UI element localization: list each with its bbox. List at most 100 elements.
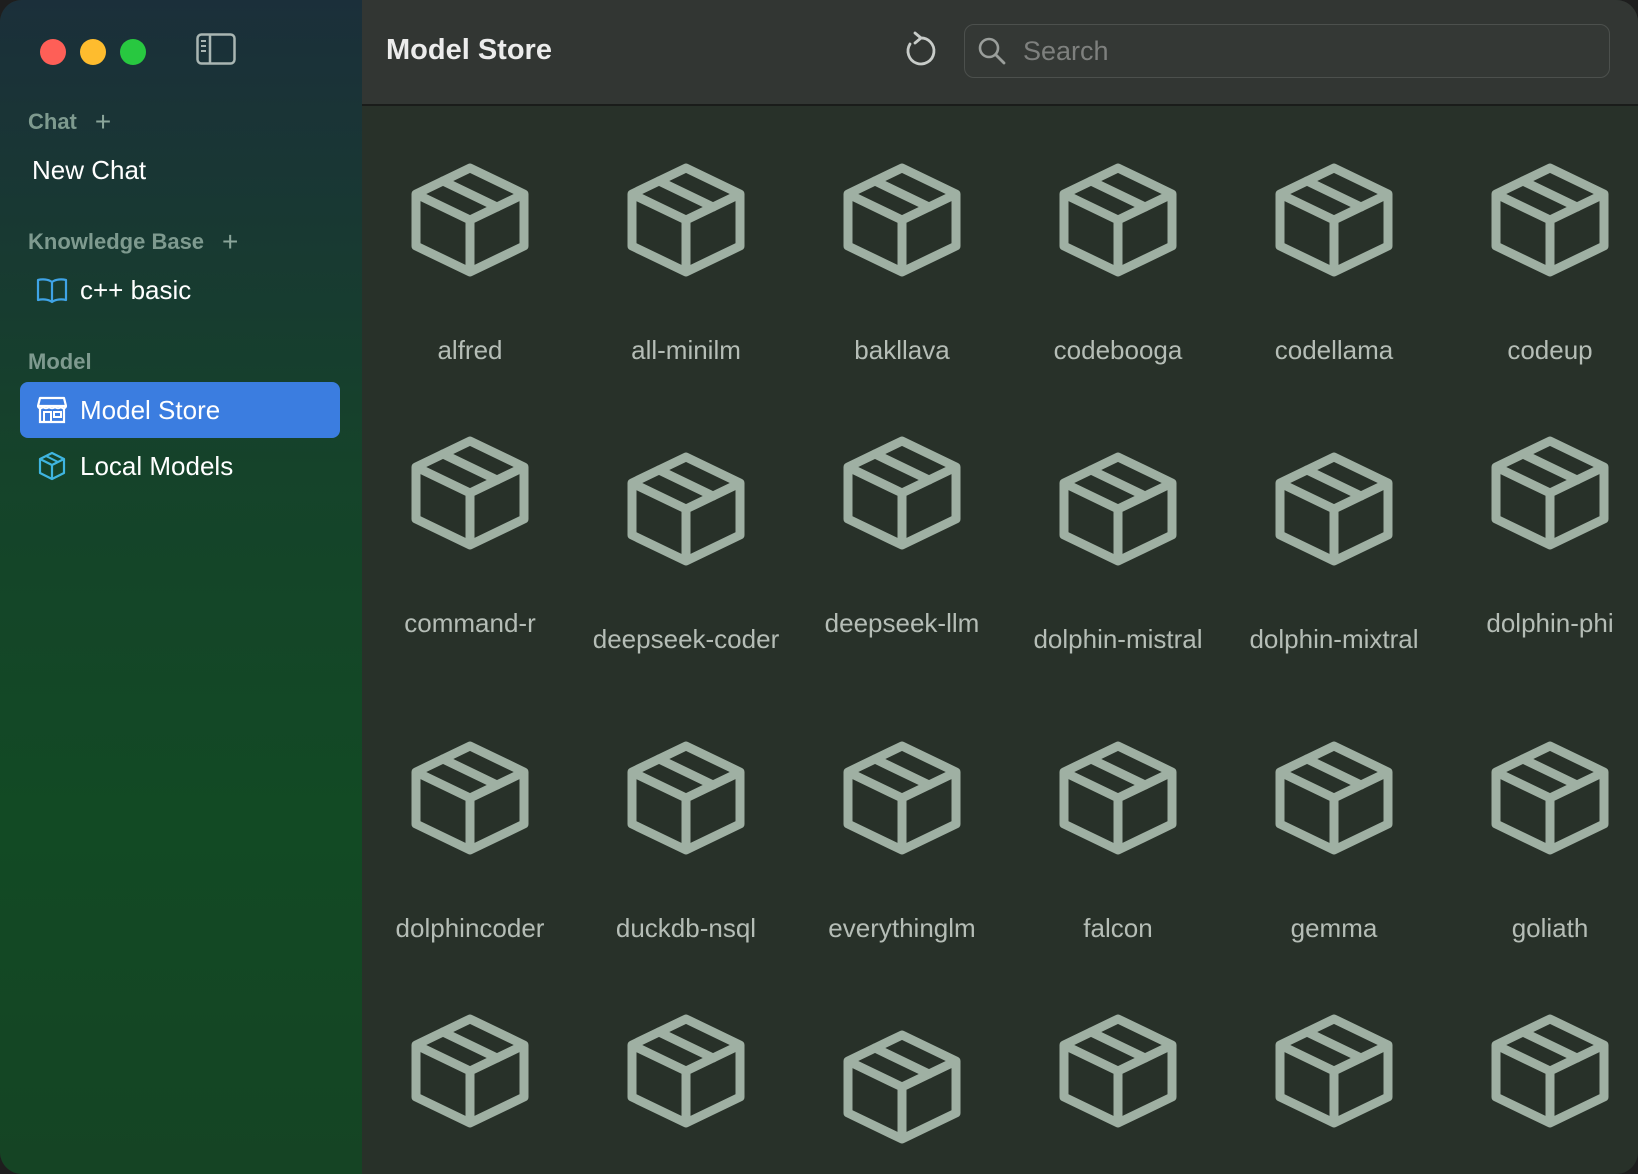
- package-icon: [411, 741, 529, 855]
- model-tile[interactable]: deepseek-coder: [578, 447, 794, 654]
- refresh-icon[interactable]: [900, 30, 940, 70]
- store-icon: [36, 394, 68, 426]
- zoom-window-button[interactable]: [120, 39, 146, 65]
- package-icon: [411, 436, 529, 550]
- model-tile[interactable]: codebooga: [1010, 158, 1226, 365]
- model-name: deepseek-coder: [592, 624, 780, 654]
- chat-header-label: Chat: [28, 109, 77, 134]
- model-tile[interactable]: [1442, 1009, 1638, 1133]
- sidebar-toggle-icon[interactable]: [196, 33, 236, 65]
- package-icon: [627, 1014, 745, 1128]
- search-icon: [978, 37, 1006, 65]
- sidebar-item-new-chat[interactable]: New Chat: [20, 142, 352, 198]
- package-icon: [411, 163, 529, 277]
- model-name: command-r: [404, 608, 536, 638]
- package-icon: [1491, 1014, 1609, 1128]
- model-tile[interactable]: bakllava: [794, 158, 1010, 365]
- model-tile[interactable]: dolphin-mixtral: [1226, 447, 1442, 654]
- package-icon: [1275, 452, 1393, 566]
- package-icon: [1275, 1014, 1393, 1128]
- model-tile[interactable]: dolphin-phi: [1442, 431, 1638, 638]
- model-tile[interactable]: goliath: [1442, 736, 1638, 943]
- search-field[interactable]: [964, 24, 1610, 78]
- model-name: dolphin-phi: [1486, 608, 1614, 638]
- model-header-label: Model: [28, 349, 92, 374]
- model-tile[interactable]: deepseek-llm: [794, 431, 1010, 638]
- package-icon: [1491, 163, 1609, 277]
- model-tile[interactable]: dolphin-mistral: [1010, 447, 1226, 654]
- package-icon: [1491, 436, 1609, 550]
- model-name: gemma: [1290, 913, 1378, 943]
- chat-section-header: Chat +: [28, 108, 111, 136]
- package-icon: [1275, 163, 1393, 277]
- model-name: dolphin-mixtral: [1249, 624, 1419, 654]
- package-icon: [627, 741, 745, 855]
- sidebar-item-label: New Chat: [32, 154, 147, 185]
- model-tile[interactable]: [578, 1009, 794, 1133]
- model-name: bakllava: [854, 335, 950, 365]
- app-window: Chat + New Chat Knowledge Base + c++ bas…: [0, 0, 1638, 1174]
- model-name: deepseek-llm: [824, 608, 980, 638]
- window-controls: [40, 39, 146, 65]
- package-icon: [1275, 741, 1393, 855]
- package-icon: [1059, 452, 1177, 566]
- sidebar-item-model-store[interactable]: Model Store: [20, 382, 340, 438]
- model-tile[interactable]: all-minilm: [578, 158, 794, 365]
- search-input[interactable]: [1021, 34, 1585, 68]
- model-name: dolphincoder: [395, 913, 545, 943]
- cube-icon: [36, 450, 68, 482]
- sidebar-item-label: c++ basic: [80, 274, 192, 305]
- kb-header-label: Knowledge Base: [28, 229, 205, 254]
- model-tile[interactable]: command-r: [362, 431, 578, 638]
- package-icon: [843, 1030, 961, 1144]
- model-tile[interactable]: [794, 1025, 1010, 1149]
- sidebar-item-label: Local Models: [80, 450, 234, 481]
- model-tile[interactable]: dolphincoder: [362, 736, 578, 943]
- package-icon: [1059, 741, 1177, 855]
- model-tile[interactable]: gemma: [1226, 736, 1442, 943]
- model-tile[interactable]: duckdb-nsql: [578, 736, 794, 943]
- package-icon: [411, 1014, 529, 1128]
- minimize-window-button[interactable]: [80, 39, 106, 65]
- model-tile[interactable]: alfred: [362, 158, 578, 365]
- model-name: goliath: [1511, 913, 1589, 943]
- model-name: all-minilm: [631, 335, 741, 365]
- model-tile[interactable]: everythinglm: [794, 736, 1010, 943]
- model-name: codellama: [1274, 335, 1394, 365]
- model-name: duckdb-nsql: [615, 913, 757, 943]
- model-tile[interactable]: [1010, 1009, 1226, 1133]
- package-icon: [843, 436, 961, 550]
- close-window-button[interactable]: [40, 39, 66, 65]
- package-icon: [843, 741, 961, 855]
- model-name: falcon: [1083, 913, 1153, 943]
- knowledge-base-section-header: Knowledge Base +: [28, 228, 238, 256]
- model-name: everythinglm: [828, 913, 976, 943]
- model-name: dolphin-mistral: [1033, 624, 1203, 654]
- sidebar-item-local-models[interactable]: Local Models: [20, 438, 340, 494]
- toolbar: Model Store: [362, 0, 1638, 106]
- model-section-header: Model: [28, 349, 92, 375]
- add-knowledge-base-button[interactable]: +: [222, 228, 238, 256]
- add-chat-button[interactable]: +: [95, 108, 111, 136]
- model-tile[interactable]: [1226, 1009, 1442, 1133]
- package-icon: [1491, 741, 1609, 855]
- model-tile[interactable]: codeup: [1442, 158, 1638, 365]
- model-tile[interactable]: [362, 1009, 578, 1133]
- package-icon: [627, 452, 745, 566]
- sidebar-item-kb[interactable]: c++ basic: [20, 262, 340, 318]
- package-icon: [1059, 1014, 1177, 1128]
- model-tile[interactable]: codellama: [1226, 158, 1442, 365]
- model-grid: alfred all-minilm bakllava codebooga cod…: [362, 106, 1638, 1174]
- sidebar: Chat + New Chat Knowledge Base + c++ bas…: [0, 0, 362, 1174]
- book-icon: [36, 274, 68, 306]
- model-name: alfred: [437, 335, 503, 365]
- model-name: codeup: [1507, 335, 1593, 365]
- package-icon: [1059, 163, 1177, 277]
- package-icon: [627, 163, 745, 277]
- model-tile[interactable]: falcon: [1010, 736, 1226, 943]
- package-icon: [843, 163, 961, 277]
- sidebar-item-label: Model Store: [80, 394, 221, 425]
- model-name: codebooga: [1053, 335, 1183, 365]
- page-title: Model Store: [386, 34, 552, 66]
- main-content: Model Store alfred all-minilm bakl: [362, 0, 1638, 1174]
